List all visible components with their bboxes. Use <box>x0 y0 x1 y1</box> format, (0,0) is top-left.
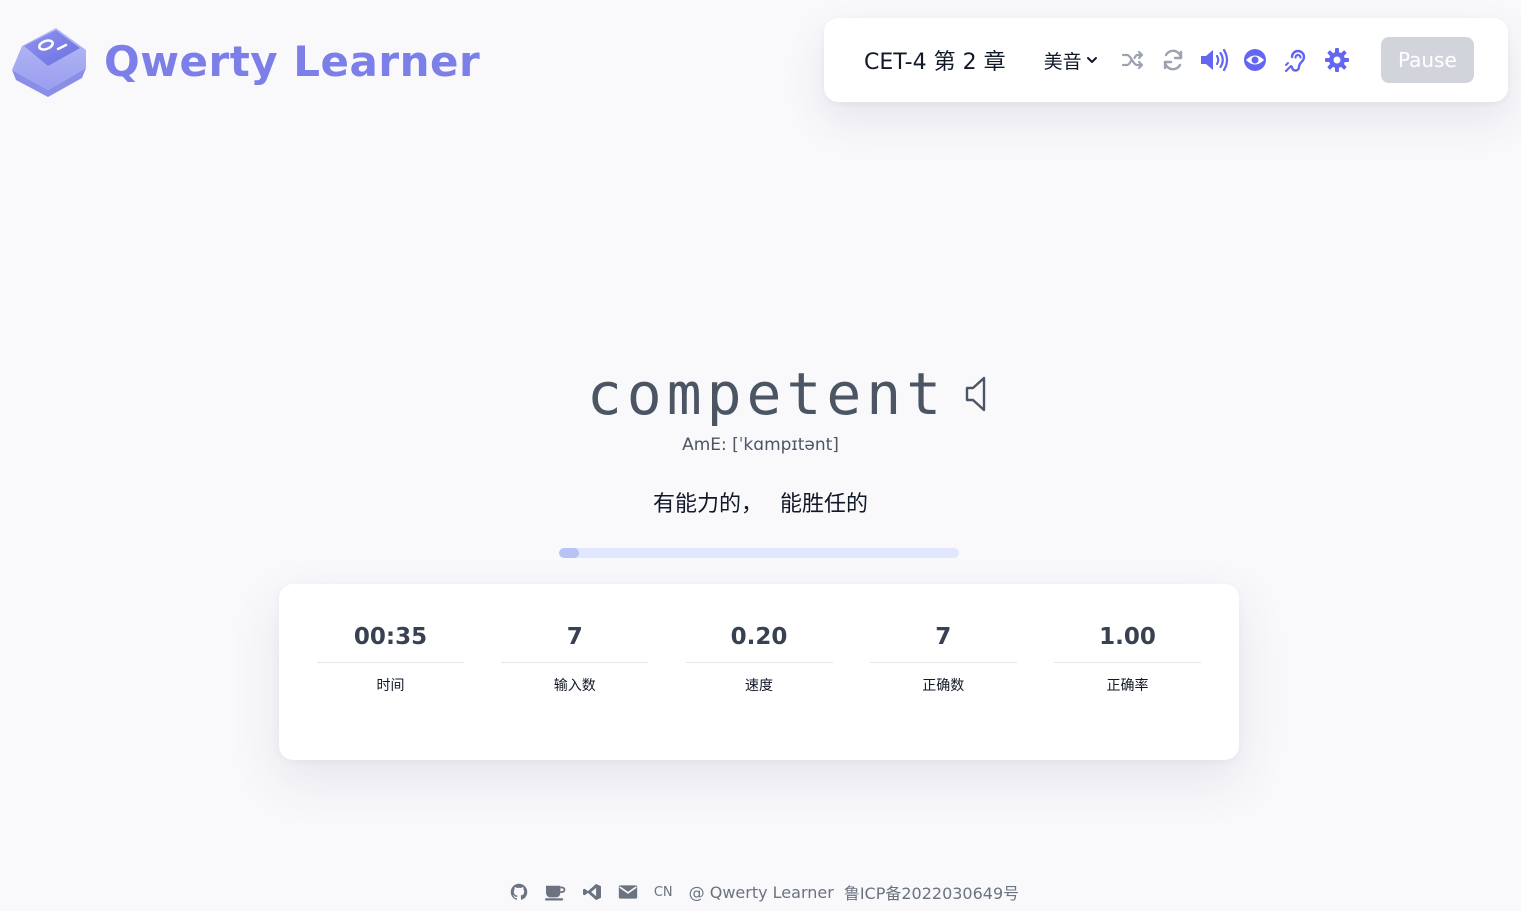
vscode-link[interactable] <box>582 883 602 901</box>
shuffle-icon <box>1121 50 1143 70</box>
stat-label: 输入数 <box>553 678 596 694</box>
pause-button[interactable]: Pause <box>1380 37 1474 83</box>
app-name: Qwerty Learner <box>104 36 481 86</box>
logo-link[interactable]: Qwerty Learner <box>8 24 480 98</box>
progress-bar <box>559 548 959 558</box>
github-link[interactable] <box>510 883 528 901</box>
toolbar: CET-4 第 2 章 美音 Pause <box>824 18 1508 102</box>
progress-fill <box>559 548 579 558</box>
sound-icon <box>1201 48 1229 72</box>
chevron-down-icon <box>1086 57 1097 63</box>
stat-value: 7 <box>869 624 1017 663</box>
loop-button[interactable] <box>1158 44 1188 76</box>
language-switch[interactable]: CN <box>654 885 673 900</box>
vscode-icon <box>582 883 601 901</box>
shuffle-button[interactable] <box>1118 44 1148 76</box>
loop-icon <box>1164 49 1183 71</box>
icp-link[interactable]: 鲁ICP备2022030649号 <box>844 880 1019 904</box>
phonetic: AmE: [ˈkɑmpɪtənt] <box>682 435 839 455</box>
footer: CN @ Qwerty Learner 鲁ICP备2022030649号 <box>0 880 1521 904</box>
visibility-toggle-button[interactable] <box>1240 44 1270 76</box>
stat-label: 正确率 <box>1106 678 1149 694</box>
stat-label: 正确数 <box>922 678 965 694</box>
hearing-mode-button[interactable] <box>1281 44 1311 76</box>
translation: 有能力的， 能胜任的 <box>653 492 868 517</box>
stat-value: 1.00 <box>1054 624 1201 663</box>
ear-icon <box>1284 49 1306 73</box>
github-icon <box>510 883 528 900</box>
stat-accuracy: 1.00 正确率 <box>1054 624 1201 760</box>
dictionary-chapter-selector[interactable]: CET-4 第 2 章 <box>864 44 1006 76</box>
speaker-icon <box>965 376 986 412</box>
stat-value: 0.20 <box>685 624 833 663</box>
accent-selector[interactable]: 美音 <box>1044 47 1098 74</box>
stat-speed: 0.20 速度 <box>685 624 833 760</box>
coffee-link[interactable] <box>544 883 566 901</box>
email-link[interactable] <box>618 884 638 900</box>
copyright-link[interactable]: @ Qwerty Learner <box>689 883 834 902</box>
stat-value: 00:35 <box>317 624 464 663</box>
mail-icon <box>618 885 638 899</box>
word-display: competent <box>0 360 1521 428</box>
settings-button[interactable] <box>1322 44 1352 76</box>
stat-label: 时间 <box>376 678 405 694</box>
accent-label: 美音 <box>1043 50 1082 73</box>
stat-time: 00:35 时间 <box>317 624 464 760</box>
word-pronunciation-button[interactable] <box>964 374 990 414</box>
settings-icon <box>1324 48 1349 72</box>
coffee-icon <box>544 885 566 901</box>
stats-panel: 00:35 时间 7 输入数 0.20 速度 7 正确数 1.00 正确率 <box>279 584 1239 760</box>
stat-value: 7 <box>501 624 649 663</box>
stat-input-count: 7 输入数 <box>501 624 649 760</box>
stat-label: 速度 <box>745 678 773 694</box>
current-word: competent <box>586 360 947 428</box>
stat-correct-count: 7 正确数 <box>869 624 1017 760</box>
sound-toggle-button[interactable] <box>1199 44 1229 76</box>
keycap-logo-icon <box>12 28 86 97</box>
eye-icon <box>1244 49 1267 71</box>
